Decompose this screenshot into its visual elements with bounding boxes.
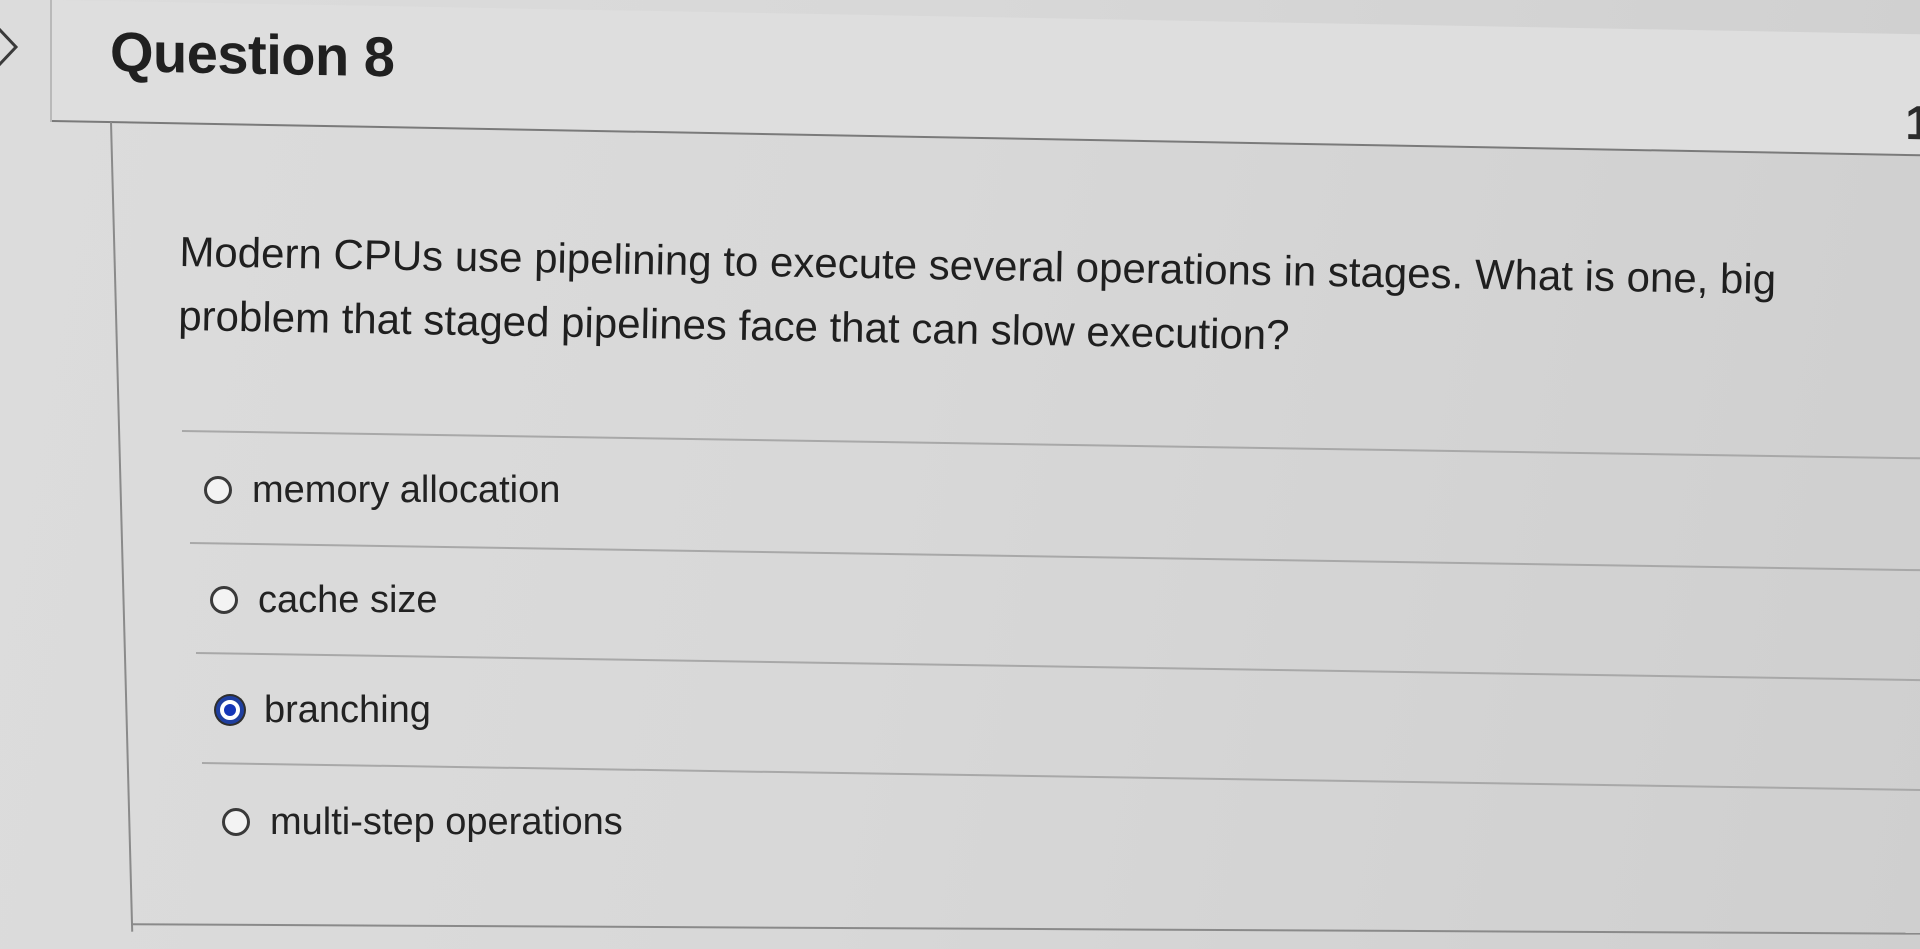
question-header: Question 8 1 — [52, 0, 1920, 157]
question-points: 1 — [1905, 96, 1920, 151]
answer-label: branching — [264, 688, 431, 731]
question-body-border — [110, 121, 134, 932]
answer-divider — [195, 652, 1920, 682]
answer-divider — [201, 762, 1920, 792]
question-card: Question 8 1 Modern CPUs use pipelining … — [52, 0, 1920, 940]
answer-option[interactable]: branching — [216, 680, 431, 740]
answer-divider — [189, 542, 1920, 572]
radio-button[interactable] — [210, 586, 238, 614]
answer-label: multi-step operations — [270, 800, 623, 843]
answer-option[interactable]: cache size — [210, 570, 438, 630]
radio-button[interactable] — [204, 476, 232, 504]
answer-list: memory allocation cache size branching m… — [181, 420, 1920, 870]
answer-label: cache size — [258, 578, 438, 621]
radio-button[interactable] — [222, 808, 250, 836]
question-title: Question 8 — [110, 20, 395, 89]
chevron-right-icon[interactable] — [0, 22, 24, 72]
answer-label: memory allocation — [252, 468, 561, 511]
answer-divider — [181, 430, 1920, 461]
question-body-bottom-border — [132, 923, 1920, 935]
quiz-page: Question 8 1 Modern CPUs use pipelining … — [0, 0, 1920, 949]
answer-option[interactable]: multi-step operations — [222, 792, 623, 852]
radio-button-selected[interactable] — [216, 696, 244, 724]
question-text: Modern CPUs use pipelining to execute se… — [177, 227, 1777, 359]
answer-option[interactable]: memory allocation — [204, 460, 560, 520]
